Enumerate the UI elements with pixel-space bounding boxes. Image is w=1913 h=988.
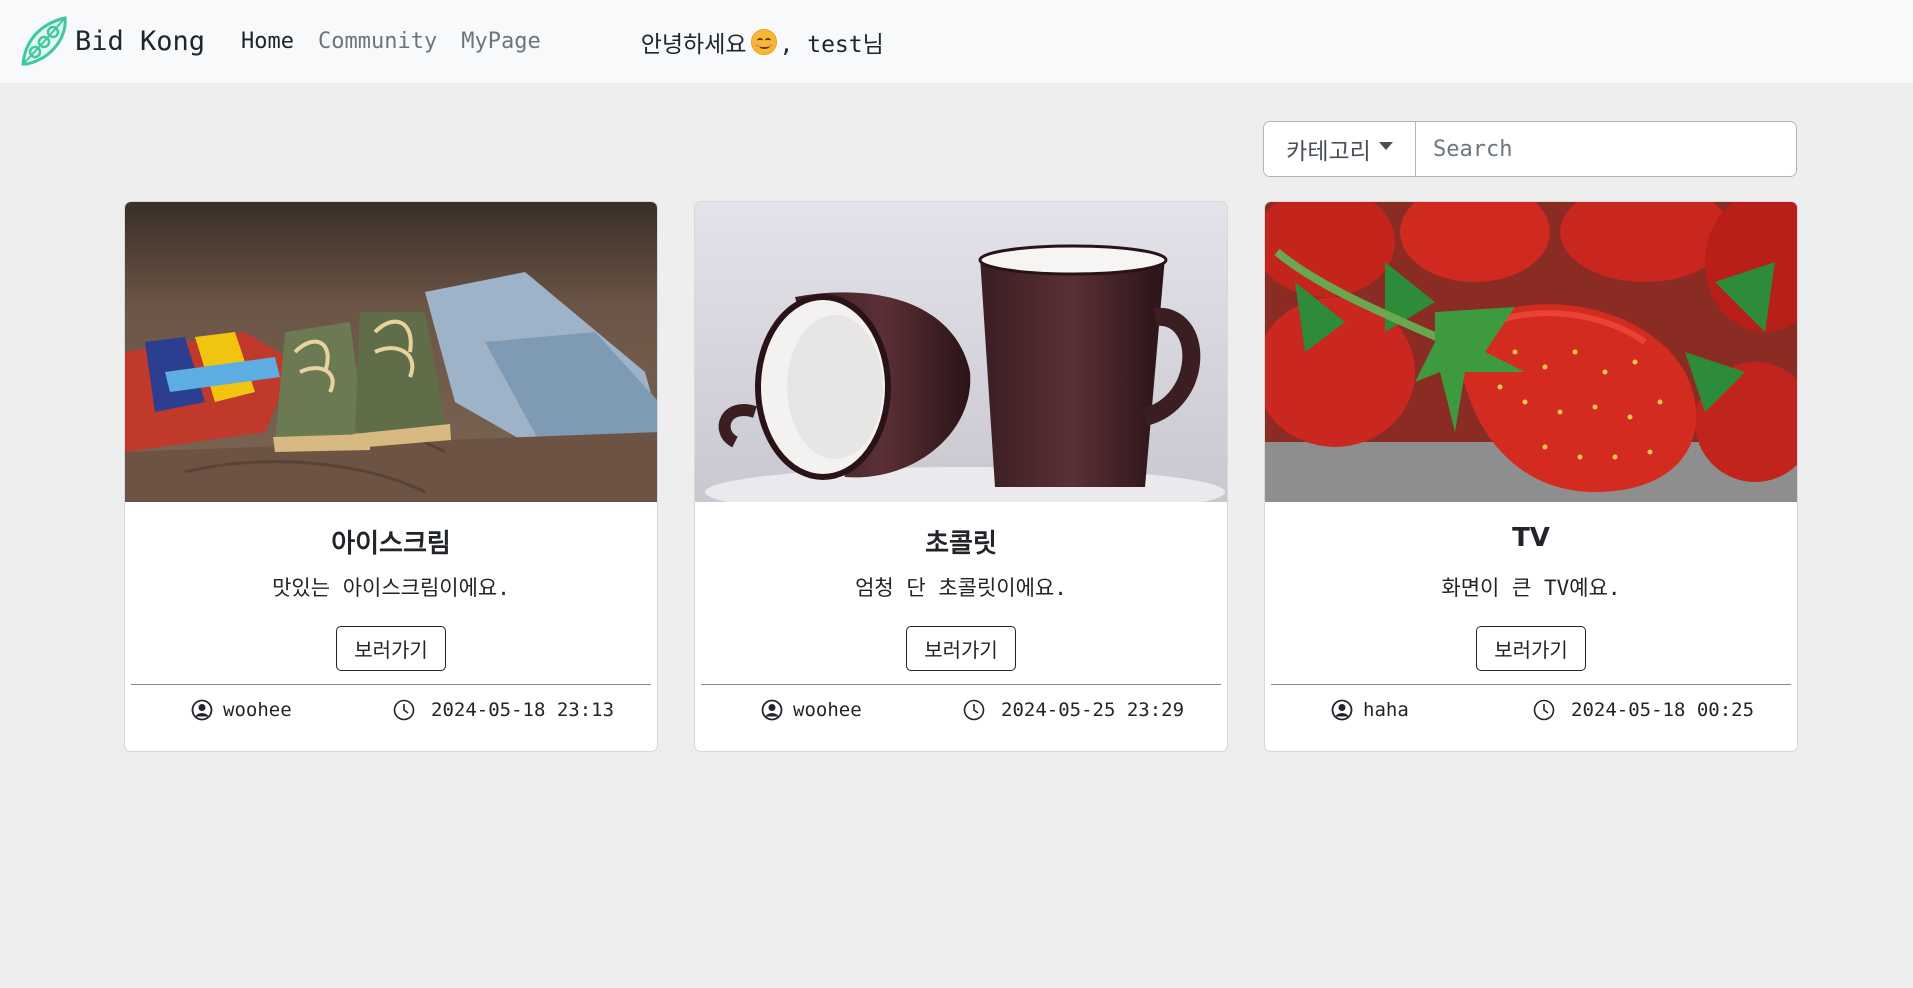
category-dropdown-button[interactable]: 카테고리 (1264, 122, 1416, 176)
card-author: haha (1331, 699, 1409, 721)
view-button[interactable]: 보러가기 (1476, 626, 1586, 671)
product-card: 아이스크림 맛있는 아이스크림이에요. 보러가기 woohee 2024-05-… (124, 201, 658, 752)
brand-link[interactable]: Bid Kong (17, 14, 205, 70)
card-date: 2024-05-18 23:13 (393, 699, 614, 721)
card-date: 2024-05-18 00:25 (1533, 699, 1754, 721)
post-date: 2024-05-25 23:29 (1001, 699, 1185, 721)
nav-home[interactable]: Home (241, 29, 294, 54)
search-group: 카테고리 (1263, 121, 1797, 177)
clock-icon (963, 699, 985, 721)
post-date: 2024-05-18 23:13 (431, 699, 615, 721)
product-card: TV 화면이 큰 TV예요. 보러가기 haha 2024-05-18 00:2… (1264, 201, 1798, 752)
author-name: woohee (223, 699, 292, 721)
nav-community[interactable]: Community (318, 29, 437, 54)
card-author: woohee (761, 699, 862, 721)
card-divider (701, 684, 1221, 685)
card-footer: woohee 2024-05-18 23:13 (125, 699, 657, 729)
view-button[interactable]: 보러가기 (336, 626, 446, 671)
post-date: 2024-05-18 00:25 (1571, 699, 1755, 721)
nav-links: Home Community MyPage (241, 29, 565, 54)
card-author: woohee (191, 699, 292, 721)
user-circle-icon (1331, 699, 1353, 721)
search-input[interactable] (1416, 122, 1796, 176)
category-label: 카테고리 (1286, 139, 1371, 165)
product-image-mugs (695, 202, 1227, 502)
greeting-prefix: 안녕하세요 (640, 31, 747, 58)
smile-emoji-icon (750, 28, 777, 55)
peapod-logo-icon (21, 15, 67, 65)
card-divider (1271, 684, 1791, 685)
card-title: 초콜릿 (925, 529, 997, 559)
product-card: 초콜릿 엄청 단 초콜릿이에요. 보러가기 woohee 2024-05-25 … (694, 201, 1228, 752)
card-description: 화면이 큰 TV예요. (1441, 576, 1621, 600)
nav-mypage[interactable]: MyPage (461, 29, 540, 54)
card-title: 아이스크림 (331, 529, 451, 559)
product-image-strawberries (1265, 202, 1797, 502)
author-name: haha (1363, 699, 1409, 721)
card-description: 엄청 단 초콜릿이에요. (855, 576, 1067, 600)
author-name: woohee (793, 699, 862, 721)
brand-name: Bid Kong (75, 26, 206, 57)
user-circle-icon (761, 699, 783, 721)
greeting: 안녕하세요 , test님 (641, 25, 884, 59)
caret-down-icon (1378, 142, 1393, 150)
card-date: 2024-05-25 23:29 (963, 699, 1184, 721)
navbar: Bid Kong Home Community MyPage 안녕하세요 , t… (0, 0, 1913, 83)
card-title: TV (1512, 523, 1550, 553)
clock-icon (1533, 699, 1555, 721)
card-description: 맛있는 아이스크림이에요. (272, 576, 510, 600)
card-divider (131, 684, 651, 685)
greeting-suffix: , test님 (779, 31, 884, 58)
user-circle-icon (191, 699, 213, 721)
view-button[interactable]: 보러가기 (906, 626, 1016, 671)
card-footer: haha 2024-05-18 00:25 (1265, 699, 1797, 729)
card-footer: woohee 2024-05-25 23:29 (695, 699, 1227, 729)
product-image-baby-shoes (125, 202, 657, 502)
clock-icon (393, 699, 415, 721)
